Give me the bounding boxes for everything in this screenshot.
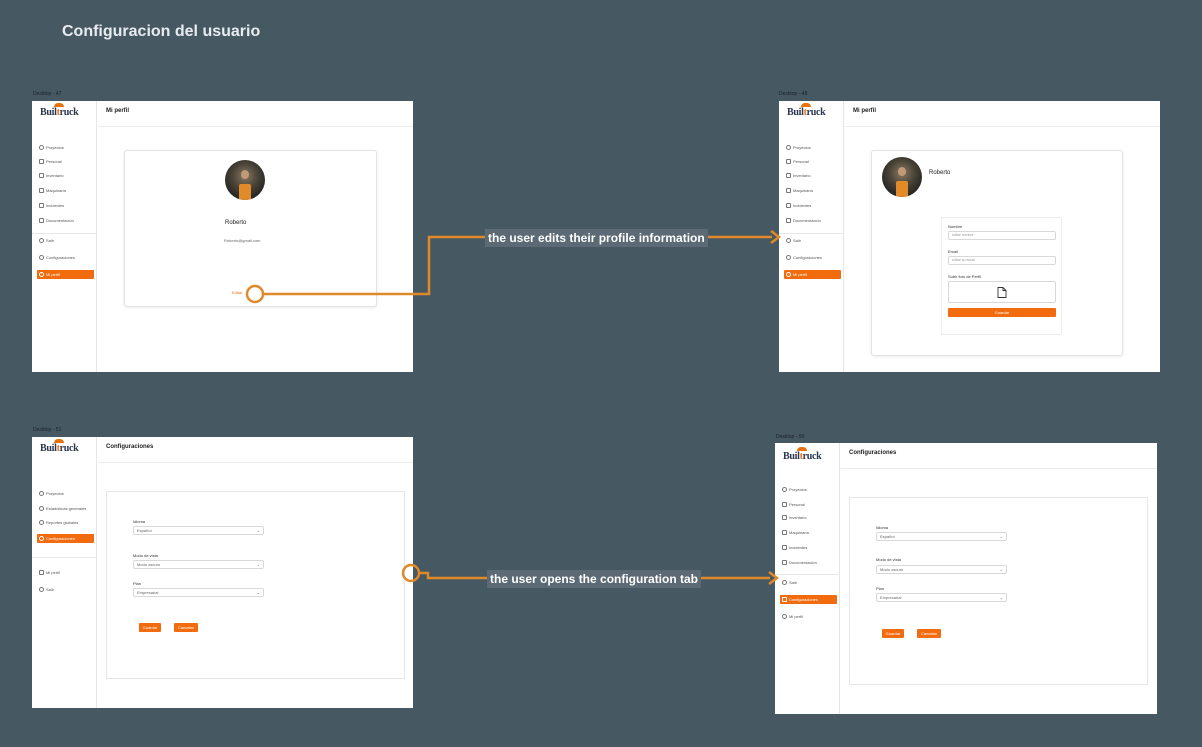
- connector-label-bottom: the user opens the configuration tab: [487, 570, 702, 588]
- arrow-head-icon: [768, 571, 780, 585]
- connector-label-top: the user edits their profile information: [485, 229, 708, 247]
- arrow-head-icon: [770, 230, 782, 244]
- flow-connectors: [245, 230, 782, 585]
